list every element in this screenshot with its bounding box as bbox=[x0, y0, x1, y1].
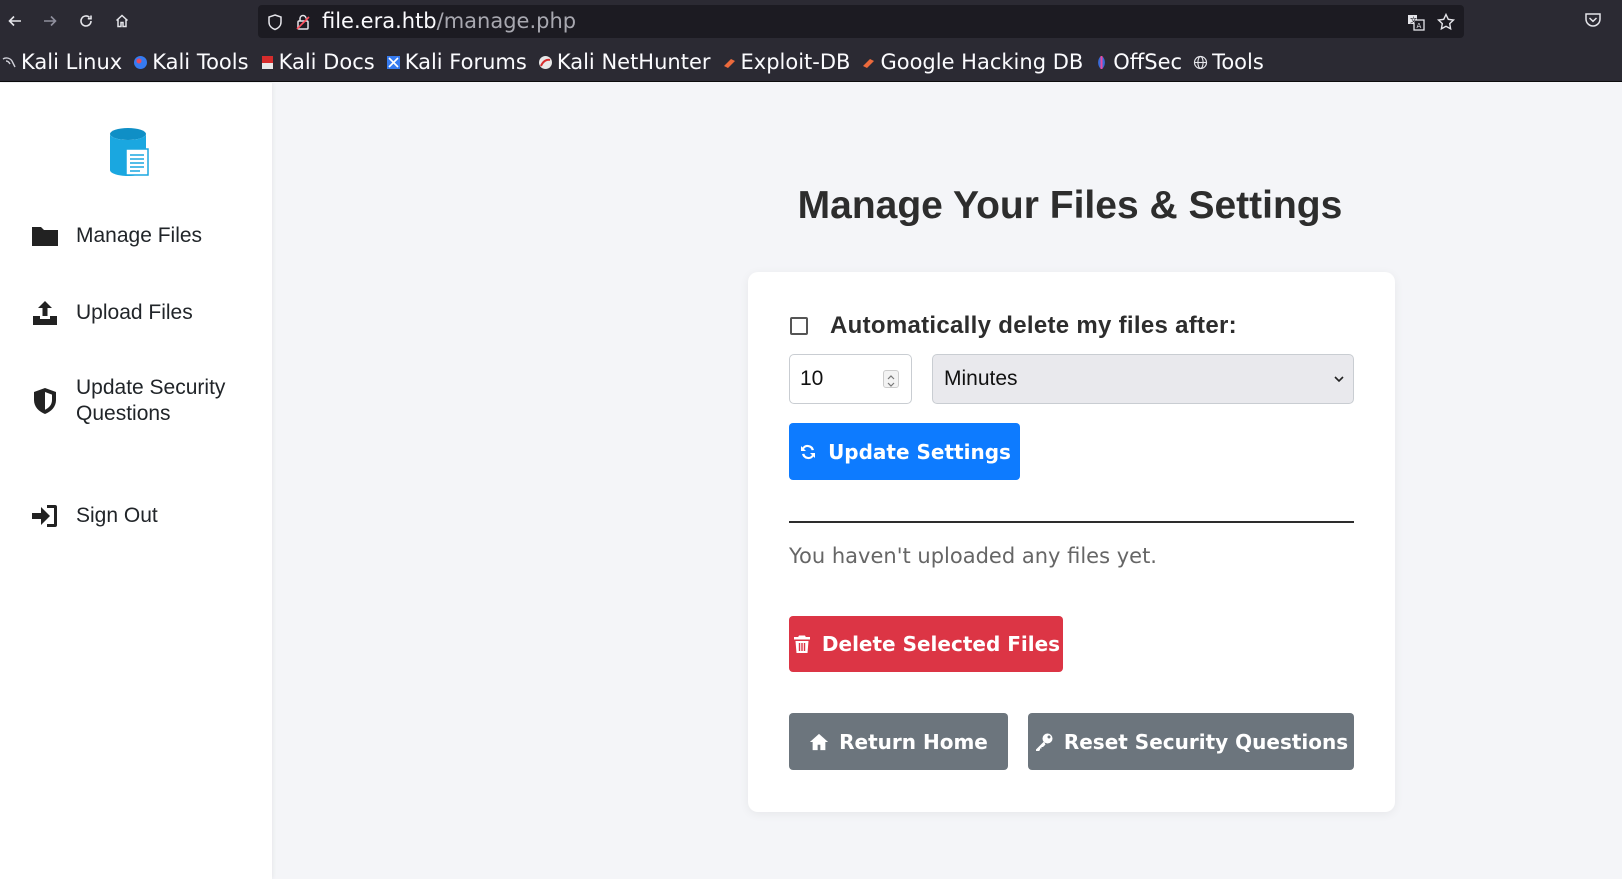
shield-icon bbox=[34, 388, 56, 414]
sidebar-item-label: Manage Files bbox=[76, 224, 203, 247]
reset-security-questions-button[interactable]: Reset Security Questions bbox=[1028, 713, 1354, 770]
kali-docs-icon bbox=[261, 55, 273, 69]
sidebar-item-update-security-questions[interactable]: Update Security Questions bbox=[30, 375, 226, 427]
bookmark-label: Kali Linux bbox=[21, 50, 123, 74]
tracking-shield-icon[interactable] bbox=[266, 13, 284, 31]
number-stepper-icon[interactable] bbox=[883, 370, 899, 388]
chevron-down-icon bbox=[1334, 376, 1344, 383]
offsec-icon bbox=[1098, 55, 1106, 69]
bookmark-kali-tools[interactable]: Kali Tools bbox=[133, 50, 249, 74]
url-bar[interactable]: file.era.htb/manage.php 文A bbox=[258, 5, 1464, 38]
auto-delete-checkbox[interactable] bbox=[790, 317, 808, 335]
reload-icon[interactable] bbox=[73, 8, 99, 34]
bookmark-label: Kali NetHunter bbox=[556, 50, 711, 74]
delete-selected-files-button[interactable]: Delete Selected Files bbox=[789, 616, 1063, 672]
return-home-button[interactable]: Return Home bbox=[789, 713, 1008, 770]
bookmark-label: Exploit-DB bbox=[740, 50, 851, 74]
sidebar-item-label: Sign Out bbox=[76, 504, 158, 527]
sidebar: Manage Files Upload Files Update Securit… bbox=[0, 83, 272, 879]
kali-forums-icon bbox=[386, 55, 400, 69]
sidebar-item-manage-files[interactable]: Manage Files bbox=[30, 221, 202, 251]
kali-tools-icon bbox=[134, 55, 148, 69]
browser-toolbar: file.era.htb/manage.php 文A bbox=[0, 0, 1622, 43]
bookmark-kali-linux[interactable]: Kali Linux bbox=[2, 50, 122, 74]
bookmark-label: Kali Forums bbox=[404, 50, 527, 74]
bookmark-label: Kali Tools bbox=[152, 50, 249, 74]
page-title: Manage Your Files & Settings bbox=[797, 184, 1343, 227]
sync-icon bbox=[801, 444, 816, 459]
sidebar-item-upload-files[interactable]: Upload Files bbox=[30, 298, 193, 328]
sidebar-item-sign-out[interactable]: Sign Out bbox=[30, 501, 158, 531]
home-icon bbox=[810, 733, 829, 750]
bookmark-google-hacking-db[interactable]: Google Hacking DB bbox=[861, 50, 1083, 74]
url-host: file.era.htb bbox=[322, 9, 437, 33]
update-settings-button[interactable]: Update Settings bbox=[789, 423, 1020, 480]
sidebar-item-label: Upload Files bbox=[76, 301, 193, 324]
empty-files-message: You haven't uploaded any files yet. bbox=[789, 544, 1157, 568]
bookmark-offsec[interactable]: OffSec bbox=[1094, 50, 1182, 74]
bookmark-kali-forums[interactable]: Kali Forums bbox=[386, 50, 527, 74]
upload-icon bbox=[33, 301, 57, 325]
bookmarks-toolbar: Kali Linux Kali Tools Kali Docs Kali For… bbox=[0, 43, 1622, 82]
translate-icon[interactable]: 文A bbox=[1406, 12, 1426, 32]
delete-selected-files-label: Delete Selected Files bbox=[821, 632, 1061, 656]
key-icon bbox=[1035, 733, 1053, 751]
bookmark-kali-docs[interactable]: Kali Docs bbox=[260, 50, 375, 74]
auto-delete-row: Automatically delete my files after: bbox=[790, 312, 1237, 340]
bookmark-label: OffSec bbox=[1113, 50, 1183, 74]
divider bbox=[789, 521, 1354, 523]
return-home-label: Return Home bbox=[839, 729, 988, 754]
duration-value: 10 bbox=[800, 367, 824, 390]
reset-security-questions-label: Reset Security Questions bbox=[1063, 729, 1349, 754]
settings-card: Automatically delete my files after: 10 … bbox=[748, 272, 1395, 812]
duration-unit-select[interactable]: Minutes bbox=[932, 354, 1354, 404]
bookmark-star-icon[interactable] bbox=[1436, 12, 1456, 32]
duration-value-input[interactable]: 10 bbox=[789, 354, 912, 404]
kali-nethunter-icon bbox=[538, 55, 552, 69]
back-icon[interactable] bbox=[2, 8, 28, 34]
kali-dragon-icon bbox=[2, 56, 16, 67]
update-settings-label: Update Settings bbox=[828, 439, 1011, 464]
bookmark-tools[interactable]: Tools bbox=[1193, 50, 1264, 74]
forward-icon[interactable] bbox=[37, 8, 63, 34]
sidebar-item-label: Update Security Questions bbox=[76, 376, 226, 425]
logo-icon bbox=[110, 128, 149, 176]
bookmark-kali-nethunter[interactable]: Kali NetHunter bbox=[538, 50, 711, 74]
bookmark-exploit-db[interactable]: Exploit-DB bbox=[722, 50, 851, 74]
sign-out-icon bbox=[32, 505, 57, 527]
duration-unit: Minutes bbox=[944, 367, 1018, 390]
insecure-lock-icon[interactable] bbox=[294, 13, 312, 31]
exploit-db-icon bbox=[723, 58, 735, 68]
pocket-icon[interactable] bbox=[1584, 11, 1602, 29]
globe-icon bbox=[1193, 55, 1208, 69]
url-path: /manage.php bbox=[436, 9, 577, 33]
url-text[interactable]: file.era.htb/manage.php bbox=[322, 9, 576, 33]
bookmark-label: Tools bbox=[1212, 50, 1264, 74]
bookmark-label: Kali Docs bbox=[278, 50, 375, 74]
folder-icon bbox=[32, 227, 58, 246]
auto-delete-label: Automatically delete my files after: bbox=[830, 312, 1237, 339]
trash-icon bbox=[793, 635, 810, 653]
home-icon[interactable] bbox=[109, 8, 135, 34]
ghdb-icon bbox=[863, 58, 875, 68]
bookmark-label: Google Hacking DB bbox=[880, 50, 1084, 74]
svg-text:A: A bbox=[1417, 22, 1422, 30]
